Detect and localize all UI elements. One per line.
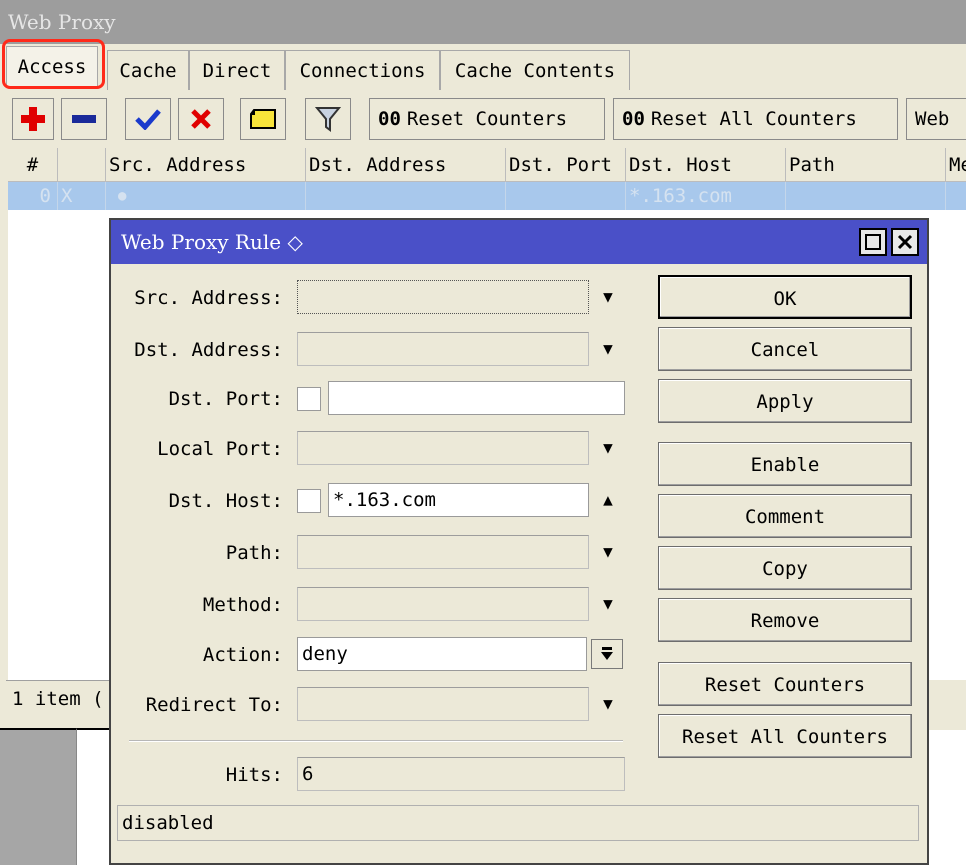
minus-icon [72, 115, 96, 123]
chevron-down-icon[interactable]: ▼ [596, 435, 620, 459]
chevron-down-icon[interactable]: ▼ [596, 539, 620, 563]
reset-all-counters-button[interactable]: 00 Reset All Counters [613, 98, 898, 140]
redirect-to-field[interactable] [297, 687, 589, 721]
filter-button[interactable] [305, 98, 351, 140]
chevron-down-icon[interactable]: ▼ [596, 284, 620, 308]
divider [129, 740, 623, 742]
maximize-icon [865, 234, 881, 250]
chevron-down-icon[interactable]: ▼ [596, 336, 620, 360]
action-label: Action: [202, 644, 283, 666]
close-button[interactable] [891, 228, 919, 256]
src-address-label: Src. Address: [134, 287, 283, 309]
dialog-title: Web Proxy Rule ◇ [111, 220, 927, 264]
row-disabled-flag: X [58, 182, 106, 210]
redirect-to-label: Redirect To: [145, 694, 283, 716]
dst-host-label: Dst. Host: [168, 490, 283, 512]
action-select[interactable]: deny [297, 637, 587, 671]
reset-all-counters-label: Reset All Counters [650, 108, 857, 130]
dst-port-negate-checkbox[interactable] [297, 387, 321, 411]
row-dst-port [506, 182, 626, 210]
background-panel [0, 728, 76, 865]
remove-button[interactable] [61, 98, 107, 140]
dst-port-input[interactable] [328, 381, 625, 415]
path-label: Path: [225, 542, 283, 564]
tab-connections[interactable]: Connections [285, 50, 440, 90]
path-field[interactable] [297, 535, 589, 569]
dst-address-field[interactable] [297, 332, 589, 366]
maximize-button[interactable] [859, 228, 887, 256]
checkmark-icon [135, 109, 161, 130]
tab-cache[interactable]: Cache [107, 50, 189, 90]
dst-host-input[interactable]: *.163.com [328, 483, 589, 517]
dst-address-label: Dst. Address: [134, 339, 283, 361]
funnel-icon [315, 107, 341, 132]
copy-button[interactable]: Copy [658, 546, 912, 590]
reset-all-counters-button[interactable]: Reset All Counters [658, 714, 912, 758]
ok-button[interactable]: OK [658, 275, 912, 319]
x-mark-icon [191, 109, 211, 129]
column-header-number[interactable]: # [8, 148, 58, 182]
window-title: Web Proxy [0, 0, 966, 44]
status-text: disabled [117, 805, 919, 841]
local-port-label: Local Port: [157, 438, 283, 460]
dst-host-negate-checkbox[interactable] [297, 489, 321, 513]
chevron-down-icon[interactable]: ▼ [596, 691, 620, 715]
close-icon [897, 234, 913, 250]
web-proxy-rule-dialog: Web Proxy Rule ◇ Src. Address: ▼ Dst. Ad… [109, 218, 929, 865]
hits-label: Hits: [225, 764, 283, 786]
column-header-flags[interactable] [58, 148, 106, 182]
tab-direct[interactable]: Direct [189, 50, 285, 90]
web-button[interactable]: Web [906, 98, 966, 140]
method-label: Method: [202, 594, 283, 616]
row-number: 0 [8, 182, 58, 210]
src-address-field[interactable] [297, 280, 589, 314]
column-header-dst-host[interactable]: Dst. Host [626, 148, 786, 182]
action-dropdown-button[interactable] [591, 639, 623, 669]
chevron-up-icon[interactable]: ▲ [596, 487, 620, 511]
row-path [786, 182, 946, 210]
comment-button[interactable] [240, 98, 286, 140]
method-field[interactable] [297, 587, 589, 621]
dst-port-label: Dst. Port: [168, 388, 283, 410]
tab-access-highlight [2, 39, 105, 89]
note-icon [250, 109, 276, 129]
column-header-method[interactable]: Me [946, 148, 966, 182]
tab-cache-contents[interactable]: Cache Contents [440, 50, 630, 90]
items-count: 1 item ( [6, 680, 116, 720]
web-button-label: Web [915, 108, 950, 130]
plus-icon [21, 107, 45, 131]
apply-button[interactable]: Apply [658, 379, 912, 423]
column-header-dst-address[interactable]: Dst. Address [306, 148, 506, 182]
counter-icon: 00 [622, 108, 645, 130]
hits-value: 6 [297, 757, 625, 791]
comment-button[interactable]: Comment [658, 494, 912, 538]
chevron-down-icon[interactable]: ▼ [596, 591, 620, 615]
reset-counters-button[interactable]: 00 Reset Counters [369, 98, 605, 140]
dropdown-icon [601, 647, 613, 660]
disable-button[interactable] [178, 98, 224, 140]
reset-counters-label: Reset Counters [406, 108, 568, 130]
counter-icon: 00 [378, 108, 401, 130]
reset-counters-button[interactable]: Reset Counters [658, 662, 912, 706]
column-header-dst-port[interactable]: Dst. Port [506, 148, 626, 182]
local-port-field[interactable] [297, 431, 589, 465]
cancel-button[interactable]: Cancel [658, 327, 912, 371]
column-header-path[interactable]: Path [786, 148, 946, 182]
enable-button[interactable] [125, 98, 171, 140]
row-dst-host: *.163.com [626, 182, 786, 210]
enable-button[interactable]: Enable [658, 442, 912, 486]
column-header-src-address[interactable]: Src. Address [106, 148, 306, 182]
remove-button[interactable]: Remove [658, 598, 912, 642]
row-src-address: ● [106, 182, 306, 210]
row-dst-address [306, 182, 506, 210]
add-button[interactable] [12, 98, 54, 140]
